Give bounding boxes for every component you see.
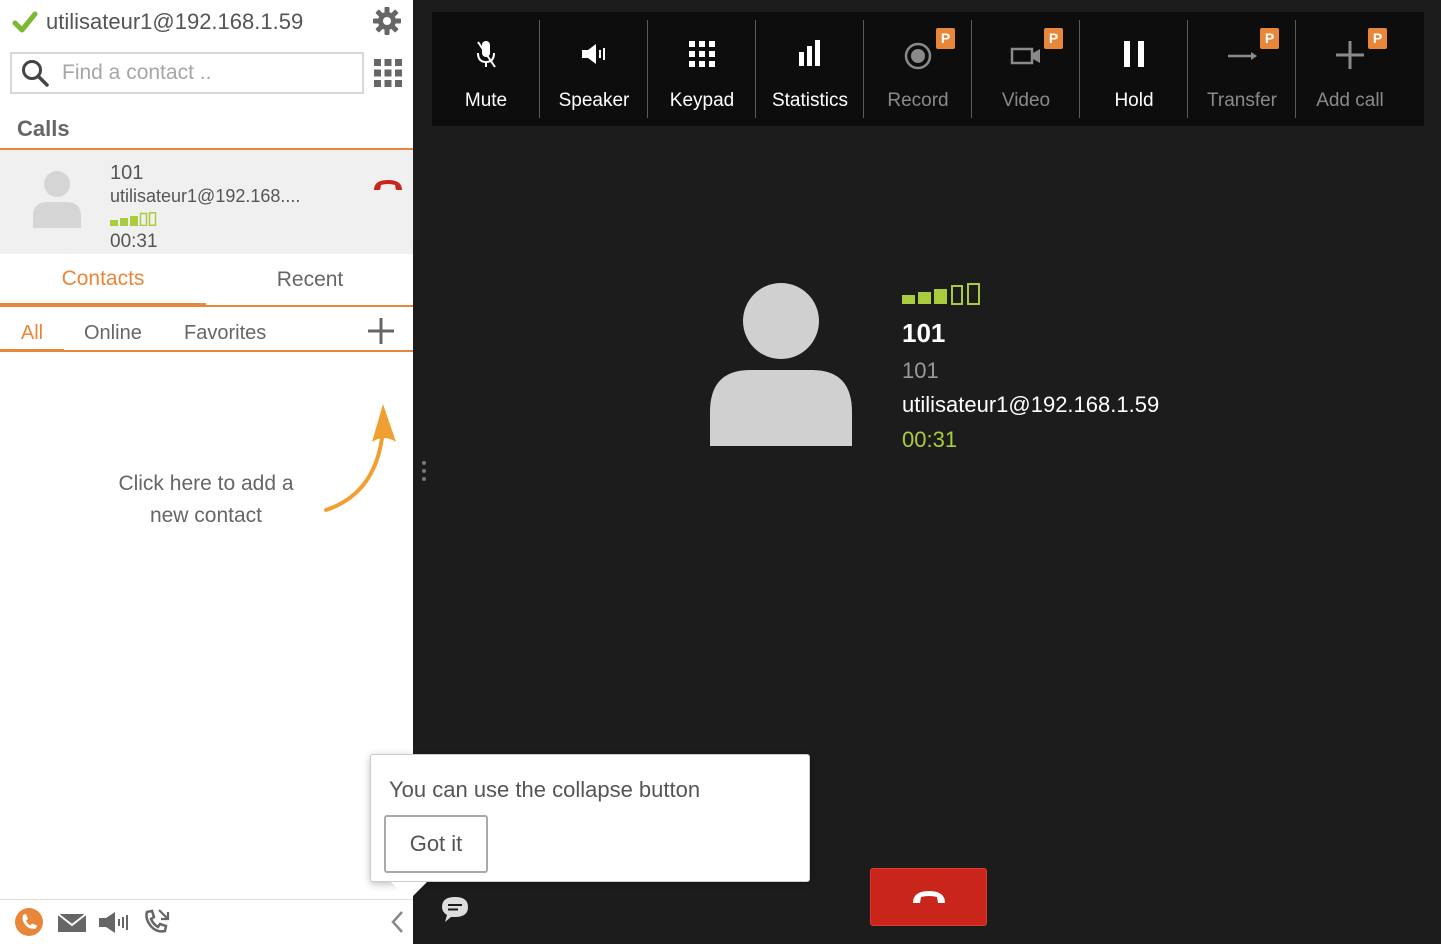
- caller-address: utilisateur1@192.168.1.59: [902, 392, 1160, 417]
- call-duration: 00:31: [110, 231, 158, 252]
- signal-strength-icon: [902, 283, 980, 305]
- statistics-label: Statistics: [771, 90, 849, 111]
- premium-badge: P: [1044, 28, 1063, 49]
- calls-heading: Calls: [17, 116, 70, 141]
- plus-icon: [1336, 41, 1364, 69]
- video-button[interactable]: P Video: [972, 12, 1080, 126]
- caller-avatar-icon: [710, 283, 852, 446]
- bar-chart-icon: [799, 40, 820, 66]
- account-address: utilisateur1@192.168.1.59: [46, 9, 304, 34]
- collapse-chevron-left-icon[interactable]: [388, 906, 408, 938]
- hold-label: Hold: [1114, 90, 1154, 111]
- search-icon: [22, 60, 49, 87]
- video-label: Video: [1001, 90, 1051, 111]
- premium-badge: P: [1368, 28, 1387, 49]
- add-contact-plus-icon[interactable]: [366, 316, 396, 346]
- speaker-icon: [582, 44, 605, 64]
- premium-badge: P: [936, 28, 955, 49]
- mail-icon[interactable]: [57, 906, 87, 938]
- call-history-icon[interactable]: [142, 906, 172, 938]
- hold-button[interactable]: Hold: [1080, 12, 1188, 126]
- chat-bubble-icon[interactable]: [440, 894, 470, 924]
- contact-filters: All Online Favorites: [0, 308, 413, 352]
- call-address: utilisateur1@192.168....: [110, 186, 301, 206]
- hangup-icon[interactable]: [372, 178, 404, 192]
- contacts-tabs: Contacts Recent: [0, 254, 413, 306]
- sidebar: utilisateur1@192.168.1.59 Calls: [0, 0, 413, 944]
- add-contact-hint: Click here to add a new contact: [96, 468, 316, 532]
- tooltip-text: You can use the collapse button: [389, 777, 701, 802]
- transfer-button[interactable]: P Transfer: [1188, 12, 1296, 126]
- transfer-label: Transfer: [1206, 90, 1278, 111]
- resize-handle-icon[interactable]: [421, 460, 427, 482]
- collapse-tooltip: You can use the collapse button Got it: [370, 754, 810, 900]
- hangup-icon: [912, 891, 945, 903]
- tab-contacts[interactable]: Contacts: [0, 254, 206, 306]
- video-icon: [1010, 47, 1040, 65]
- filter-all[interactable]: All: [0, 322, 64, 352]
- gear-icon[interactable]: [372, 6, 402, 36]
- divider: [0, 305, 413, 307]
- checkmark-icon: [12, 11, 38, 33]
- bottom-bar: [0, 899, 413, 944]
- search-box[interactable]: [10, 52, 364, 94]
- call-number: 101: [110, 162, 144, 184]
- divider: [0, 350, 413, 352]
- keypad-icon: [689, 41, 715, 67]
- account-status[interactable]: utilisateur1@192.168.1.59: [12, 6, 303, 38]
- avatar-icon: [33, 171, 81, 228]
- tooltip-pointer: [391, 882, 427, 900]
- curved-arrow-icon: [324, 404, 396, 512]
- record-icon: [904, 42, 932, 70]
- hint-line-1: Click here to add a: [118, 472, 294, 495]
- keypad-label: Keypad: [669, 90, 735, 111]
- speaker-label: Speaker: [558, 90, 630, 111]
- search-input[interactable]: [62, 61, 342, 85]
- record-label: Record: [887, 90, 949, 111]
- tab-recent[interactable]: Recent: [207, 254, 413, 306]
- pause-icon: [1124, 41, 1144, 67]
- hangup-button[interactable]: [870, 868, 987, 926]
- mute-button[interactable]: Mute: [432, 12, 540, 126]
- add-call-label: Add call: [1316, 90, 1384, 111]
- signal-strength-icon: [110, 212, 157, 226]
- transfer-arrow-icon: [1228, 52, 1257, 60]
- add-call-button[interactable]: P Add call: [1296, 12, 1404, 126]
- call-list-item[interactable]: 101 utilisateur1@192.168.... 00:31: [0, 150, 413, 254]
- got-it-button[interactable]: Got it: [384, 815, 488, 873]
- caller-name: 101: [902, 318, 946, 348]
- premium-badge: P: [1260, 28, 1279, 49]
- phone-icon[interactable]: [14, 906, 44, 938]
- speaker-icon[interactable]: [97, 906, 129, 938]
- hint-line-2: new contact: [149, 504, 263, 527]
- statistics-button[interactable]: Statistics: [756, 12, 864, 126]
- mic-off-icon: [477, 41, 496, 68]
- record-button[interactable]: P Record: [864, 12, 972, 126]
- dialpad-grid-icon[interactable]: [372, 57, 404, 89]
- call-duration: 00:31: [902, 427, 958, 452]
- speaker-button[interactable]: Speaker: [540, 12, 648, 126]
- call-toolbar: Mute Speaker Keypad Statistics P Record …: [432, 12, 1424, 126]
- keypad-button[interactable]: Keypad: [648, 12, 756, 126]
- filter-favorites[interactable]: Favorites: [184, 322, 266, 345]
- mute-label: Mute: [464, 90, 508, 111]
- filter-online[interactable]: Online: [84, 322, 142, 345]
- caller-number: 101: [902, 358, 939, 383]
